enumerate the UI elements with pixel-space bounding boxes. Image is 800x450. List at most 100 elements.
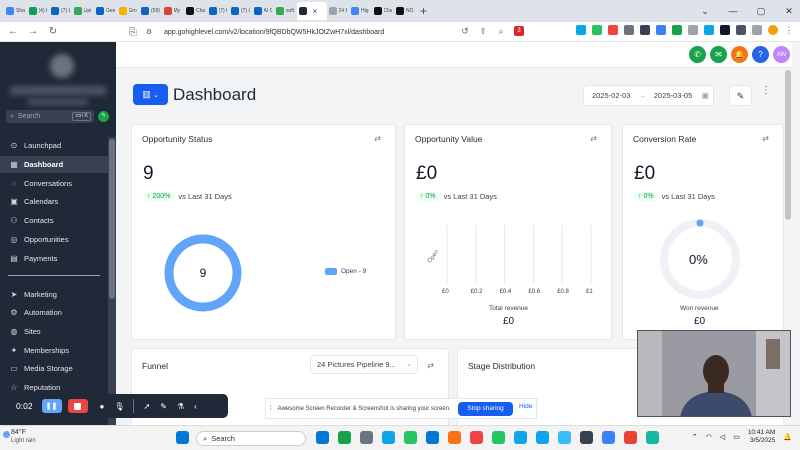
chart-legend[interactable]: Open - 9 [325,268,366,275]
extension-icon[interactable] [672,25,682,35]
chat-icon[interactable]: ✉ [710,46,727,63]
microphone-icon[interactable]: 🎙 [114,402,124,411]
share-icon[interactable]: ⇪ [478,26,488,36]
extension-icon[interactable] [720,25,730,35]
chevron-up-icon[interactable]: ⌃ [692,433,698,441]
taskbar-app-icon[interactable] [536,431,549,444]
browser-tab[interactable]: × [296,2,327,20]
collapse-icon[interactable]: ‹ [194,402,197,411]
webcam-overlay[interactable] [637,330,791,417]
extension-icon[interactable] [576,25,586,35]
sidebar-item-marketing[interactable]: ➤ Marketing [0,286,108,303]
extension-icon[interactable] [656,25,666,35]
taskbar-app-icon[interactable] [492,431,505,444]
extension-icon[interactable] [688,25,698,35]
sidebar-item-payments[interactable]: ▤ Payments [0,250,108,267]
site-info-icon[interactable]: ⚙ [142,28,156,36]
forward-icon[interactable]: → [26,26,40,37]
browser-tab[interactable]: Gro [117,2,140,20]
sidebar-item-calendars[interactable]: ▣ Calendars [0,193,108,210]
browser-tab[interactable]: Hig [349,2,372,20]
sidebar-item-launchpad[interactable]: ⊙ Launchpad [0,137,108,154]
taskbar-app-icon[interactable] [316,431,329,444]
hide-notice-button[interactable]: Hide [519,403,532,410]
new-tab-icon[interactable]: + [417,4,431,18]
restore-icon[interactable]: ▢ [754,6,768,17]
date-range-picker[interactable]: 2025-02-03 → 2025-03-05 ▣ [583,85,714,106]
swap-icon[interactable]: ⇄ [427,361,434,370]
pause-button[interactable]: ❚❚ [41,399,62,413]
browser-tab[interactable]: NO [394,2,417,20]
volume-icon[interactable]: ◁ [720,433,725,441]
extension-icon[interactable] [704,25,714,35]
sidebar-scrollbar[interactable] [108,137,116,427]
sidebar-item-memberships[interactable]: ✦ Memberships [0,342,108,359]
taskbar-app-icon[interactable] [382,431,395,444]
sidebar-item-opportunities[interactable]: ◎ Opportunities [0,231,108,248]
browser-tab[interactable]: 24 P [327,2,350,20]
avatar[interactable]: AW [773,46,790,63]
extension-icon[interactable] [608,25,618,35]
pen-icon[interactable]: ✎ [160,402,167,411]
taskbar-app-icon[interactable] [624,431,637,444]
taskbar-app-icon[interactable] [360,431,373,444]
browser-tab[interactable]: Gen [94,2,117,20]
more-options-icon[interactable]: ⋮ [761,85,771,96]
sidebar-item-media-storage[interactable]: ▭ Media Storage [0,360,108,377]
battery-icon[interactable]: ▭ [733,433,740,441]
browser-tab[interactable]: soft [274,2,297,20]
profile-icon[interactable] [768,25,778,35]
taskbar-app-icon[interactable] [470,431,483,444]
clock[interactable]: 10:41 AM 3/5/2025 [748,429,775,445]
menu-icon[interactable]: ⋮ [784,25,794,35]
pipeline-select[interactable]: 24 Pictures Pipeline 9... ⌄ [310,355,418,374]
browser-tab[interactable]: (59) [139,2,162,20]
browser-tab[interactable]: (4) I [27,2,50,20]
cursor-icon[interactable]: ➚ [144,402,151,411]
highlighter-icon[interactable]: ⚗ [177,402,184,411]
minimize-icon[interactable]: — [726,6,740,16]
wifi-icon[interactable]: ◠ [706,433,712,441]
browser-tab[interactable]: Cha [184,2,207,20]
extension-badge-icon[interactable]: 3 [514,26,524,36]
extension-icon[interactable] [592,25,602,35]
reload-icon[interactable]: ↻ [46,26,60,37]
drag-handle-icon[interactable]: ⁞ [270,406,272,412]
taskbar-app-icon[interactable] [338,431,351,444]
dashboard-switcher-button[interactable]: ▥ ⌄ [133,84,168,105]
notifications-icon[interactable]: 🔔 [783,433,792,441]
taskbar-app-icon[interactable] [646,431,659,444]
browser-tab[interactable]: Cha [372,2,395,20]
sidebar-item-automation[interactable]: ⚙ Automation [0,304,108,321]
taskbar-search[interactable]: ⌕ Search [196,431,306,446]
edit-dashboard-button[interactable]: ✎ [729,85,752,106]
browser-tab[interactable]: My [162,2,185,20]
taskbar-app-icon[interactable] [602,431,615,444]
extension-icon[interactable] [624,25,634,35]
browser-tab[interactable]: Lipi [72,2,95,20]
sidebar-item-sites[interactable]: ◍ Sites [0,323,108,340]
stop-sharing-button[interactable]: Stop sharing [458,402,513,416]
history-icon[interactable]: ↺ [460,26,470,36]
sidebar-search[interactable]: ⌕ Search ctrl K [6,110,94,123]
phone-icon[interactable]: ✆ [689,46,706,63]
browser-tab[interactable]: AI C [252,2,275,20]
taskbar-app-icon[interactable] [448,431,461,444]
search-icon[interactable]: ⌕ [496,26,506,36]
sidebar-item-dashboard[interactable]: ▦ Dashboard [0,156,108,173]
browser-tab[interactable]: (7) L [49,2,72,20]
account-logo[interactable] [8,50,108,108]
taskbar-app-icon[interactable] [404,431,417,444]
sidebar-item-conversations[interactable]: ◌ Conversations [0,175,108,192]
start-button[interactable] [176,431,189,444]
taskbar-app-icon[interactable] [558,431,571,444]
browser-tab[interactable]: (7) L [229,2,252,20]
extension-icon[interactable] [752,25,762,35]
weather-widget[interactable]: 84°F Light rain [11,429,36,445]
extension-icon[interactable] [736,25,746,35]
close-icon[interactable]: ✕ [782,6,796,17]
bell-icon[interactable]: 🔔 [731,46,748,63]
webcam-icon[interactable]: ● [100,402,105,411]
close-icon[interactable]: × [313,7,318,16]
stop-recording-button[interactable] [67,399,88,413]
